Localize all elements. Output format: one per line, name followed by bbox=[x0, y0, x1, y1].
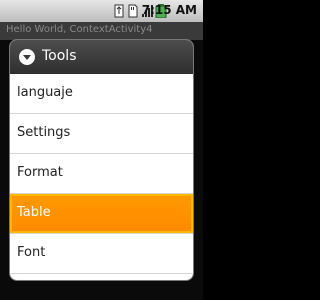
dialog-title: Tools bbox=[42, 48, 77, 64]
sd-card-icon bbox=[128, 4, 138, 18]
menu-item-label: Settings bbox=[17, 125, 71, 140]
usb-icon bbox=[114, 4, 124, 18]
tools-dialog: Tools languaje Settings Format Table Fon… bbox=[10, 40, 193, 280]
dropdown-circle-icon bbox=[19, 49, 35, 65]
menu-item-label: Table bbox=[17, 205, 51, 220]
menu-item-settings[interactable]: Settings bbox=[10, 114, 193, 154]
menu-item-label: Format bbox=[17, 165, 63, 180]
menu-item-languaje[interactable]: languaje bbox=[10, 74, 193, 114]
menu-item-format[interactable]: Format bbox=[10, 154, 193, 194]
status-time: 7:15 AM bbox=[141, 3, 197, 17]
status-bar: 7:15 AM bbox=[0, 0, 203, 22]
app-title: Hello World, ContextActivity4 bbox=[6, 24, 153, 35]
menu-item-label: Font bbox=[17, 245, 46, 260]
menu-item-font[interactable]: Font bbox=[10, 234, 193, 274]
app-title-bar: Hello World, ContextActivity4 bbox=[0, 22, 203, 40]
tools-menu: languaje Settings Format Table Font bbox=[10, 74, 193, 274]
dialog-header: Tools bbox=[10, 40, 193, 74]
menu-item-table[interactable]: Table bbox=[10, 194, 193, 234]
menu-item-label: languaje bbox=[17, 85, 73, 100]
